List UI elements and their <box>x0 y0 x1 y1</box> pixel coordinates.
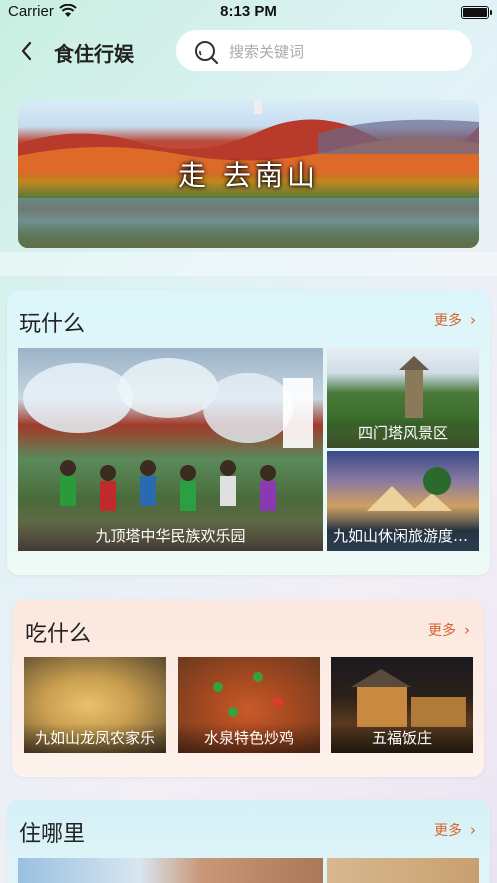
search-icon <box>195 41 219 65</box>
back-button[interactable] <box>14 36 42 66</box>
banner-title: 走 去南山 <box>178 159 319 192</box>
hotel-card[interactable] <box>18 858 323 883</box>
attraction-card[interactable]: 九如山休闲旅游度假区 <box>327 451 479 551</box>
section-play: 玩什么 更多 › 九顶塔中华民族欢乐园 四门塔风景区 九如山休闲旅游度假区 <box>7 290 490 575</box>
attraction-card[interactable]: 九顶塔中华民族欢乐园 <box>18 348 323 551</box>
more-label: 更多 <box>434 313 462 329</box>
more-link[interactable]: 更多 › <box>428 620 470 640</box>
search-placeholder: 搜索关键词 <box>229 43 305 61</box>
more-link[interactable]: 更多 › <box>434 310 476 330</box>
status-time: 8:13 PM <box>220 3 277 20</box>
divider-strip <box>0 252 497 276</box>
nav-bar: 食住行娱 搜索关键词 <box>0 30 497 72</box>
attraction-label: 九顶塔中华民族欢乐园 <box>18 521 323 551</box>
hotel-card[interactable] <box>327 858 479 883</box>
chevron-right-icon: › <box>470 821 476 839</box>
section-title: 住哪里 <box>19 822 86 847</box>
restaurant-label: 水泉特色炒鸡 <box>178 723 320 753</box>
attraction-card[interactable]: 四门塔风景区 <box>327 348 479 448</box>
attraction-label: 九如山休闲旅游度假区 <box>327 521 479 551</box>
section-eat: 吃什么 更多 › 九如山龙凤农家乐 水泉特色炒鸡 五福饭庄 <box>12 600 484 777</box>
section-title: 玩什么 <box>19 312 86 337</box>
restaurant-card[interactable]: 五福饭庄 <box>331 657 473 753</box>
restaurant-card[interactable]: 九如山龙凤农家乐 <box>24 657 166 753</box>
more-link[interactable]: 更多 › <box>434 820 476 840</box>
chevron-right-icon: › <box>464 621 470 639</box>
attraction-label: 四门塔风景区 <box>327 418 479 448</box>
section-stay: 住哪里 更多 › <box>7 800 490 883</box>
chevron-left-icon <box>21 41 32 61</box>
section-title: 吃什么 <box>25 622 92 647</box>
banner[interactable]: 走 去南山 <box>18 100 479 248</box>
restaurant-label: 九如山龙凤农家乐 <box>24 723 166 753</box>
search-input[interactable]: 搜索关键词 <box>176 30 472 71</box>
restaurant-card[interactable]: 水泉特色炒鸡 <box>178 657 320 753</box>
chevron-right-icon: › <box>470 311 476 329</box>
more-label: 更多 <box>428 623 456 639</box>
pagoda-image <box>254 100 262 114</box>
battery-icon <box>461 6 492 19</box>
status-bar: Carrier 8:13 PM <box>0 0 497 24</box>
restaurant-label: 五福饭庄 <box>331 723 473 753</box>
page-title: 食住行娱 <box>54 42 134 66</box>
more-label: 更多 <box>434 823 462 839</box>
banner-water <box>18 198 479 248</box>
